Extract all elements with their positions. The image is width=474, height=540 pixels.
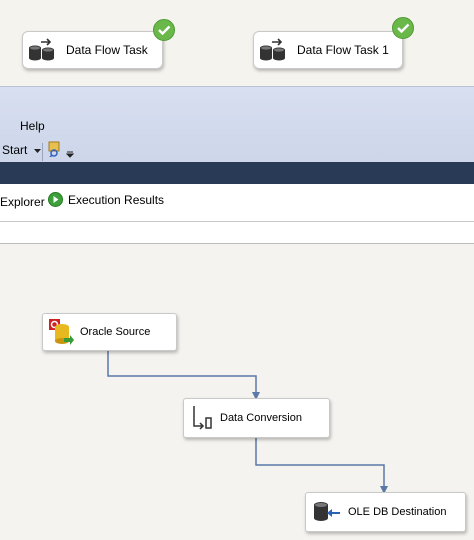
task-label: Data Flow Task	[66, 43, 148, 57]
tab-execution-results[interactable]: Execution Results	[48, 192, 164, 207]
document-tab-well	[0, 162, 474, 184]
oracle-source-component[interactable]: Oracle Source	[42, 313, 177, 351]
ole-db-destination-component[interactable]: OLE DB Destination	[305, 492, 466, 532]
menu-toolbar-area: Help Start	[0, 86, 474, 162]
start-button[interactable]: Start	[2, 143, 41, 157]
toolbar: Start	[0, 139, 474, 163]
data-flow-canvas: Oracle Source Data Conversion OLE DB Des…	[0, 244, 474, 540]
data-flow-task[interactable]: Data Flow Task	[22, 31, 163, 69]
component-label: OLE DB Destination	[348, 506, 447, 518]
tab-label: Execution Results	[68, 192, 165, 207]
component-label: Data Conversion	[220, 412, 302, 424]
toolbar-overflow-icon[interactable]	[65, 147, 75, 161]
task-label: Data Flow Task 1	[297, 43, 389, 57]
tab-package-explorer[interactable]: Explorer	[0, 195, 45, 209]
designer-subbar	[0, 222, 474, 244]
control-flow-canvas: Data Flow Task Data Flow Task 1	[0, 0, 474, 86]
data-flow-task-icon	[28, 38, 56, 62]
path-conversion-to-destination	[255, 438, 385, 488]
component-label: Oracle Source	[80, 326, 151, 338]
data-flow-task-icon	[259, 38, 287, 62]
start-label: Start	[2, 143, 28, 157]
success-check-icon	[153, 19, 175, 41]
find-icon[interactable]	[48, 141, 64, 160]
toolbar-separator	[42, 143, 43, 161]
ole-db-destination-icon	[312, 500, 342, 524]
dropdown-arrow-icon	[33, 143, 41, 157]
path-oracle-to-conversion	[107, 351, 257, 394]
execution-results-icon	[48, 192, 63, 207]
data-conversion-component[interactable]: Data Conversion	[183, 398, 330, 438]
designer-tabs: Explorer Execution Results	[0, 184, 474, 222]
oracle-source-icon	[48, 318, 74, 346]
menu-help[interactable]: Help	[20, 119, 45, 133]
data-flow-task-1[interactable]: Data Flow Task 1	[253, 31, 403, 69]
data-conversion-icon	[190, 404, 214, 432]
success-check-icon	[392, 17, 414, 39]
